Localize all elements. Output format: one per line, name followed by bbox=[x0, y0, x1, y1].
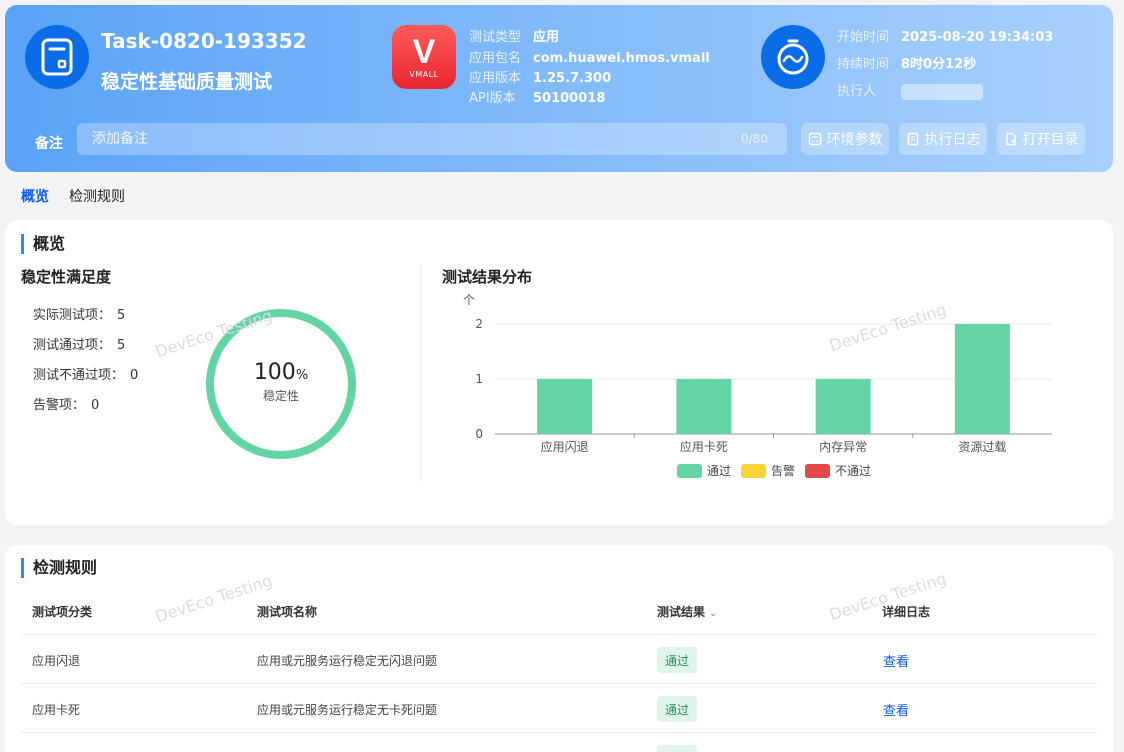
test-type: 测试类型 应用 bbox=[469, 30, 560, 45]
executor: 执行人 bbox=[837, 80, 983, 100]
row-name: 应用或元服务运行稳定无卡死问题 bbox=[257, 703, 438, 717]
col-category: 测试项分类 bbox=[32, 605, 93, 619]
task-id: Task-0820-193352 bbox=[101, 29, 307, 53]
result-badge bbox=[657, 745, 697, 752]
view-log-link[interactable]: 查看 bbox=[883, 700, 909, 719]
log-file-icon bbox=[907, 132, 918, 146]
legend-swatch bbox=[805, 464, 830, 478]
open-folder-icon bbox=[1005, 132, 1016, 146]
bar bbox=[815, 379, 871, 434]
row-category: 应用卡死 bbox=[32, 703, 81, 717]
legend-label: 不通过 bbox=[835, 464, 871, 478]
stat-warning: 告警项： 0 bbox=[33, 398, 100, 413]
stability-value: 100 bbox=[253, 360, 296, 385]
y-tick-label: 0 bbox=[475, 427, 483, 441]
y-tick-label: 2 bbox=[475, 317, 483, 331]
package-name: 应用包名 com.huawei.hmos.vmall bbox=[469, 51, 710, 66]
section-divider bbox=[420, 264, 421, 482]
result-badge: 通过 bbox=[657, 647, 697, 673]
stability-ring: 100% 稳定性 bbox=[205, 308, 357, 460]
stat-failed: 测试不通过项： 0 bbox=[33, 368, 139, 383]
note-char-count: 0/80 bbox=[741, 132, 768, 146]
table-row: 应用闪退 应用或元服务运行稳定无闪退问题 通过 查看 bbox=[21, 634, 1097, 683]
rules-card: 检测规则 测试项分类 测试项名称 测试结果 ⌄ 详细日志 应用闪退 应用或元服务… bbox=[5, 545, 1113, 752]
y-tick-label: 1 bbox=[475, 372, 483, 386]
bar bbox=[537, 379, 593, 434]
stability-unit: % bbox=[295, 368, 309, 383]
stat-passed: 测试通过项： 5 bbox=[33, 338, 126, 353]
legend-label: 告警 bbox=[771, 463, 795, 478]
view-log-link[interactable]: 查看 bbox=[883, 651, 909, 670]
col-log: 详细日志 bbox=[882, 605, 931, 619]
stat-actual: 实际测试项： 5 bbox=[33, 308, 126, 323]
y-axis-unit: 个 bbox=[463, 293, 475, 307]
x-tick-label: 应用闪退 bbox=[541, 439, 589, 454]
result-badge: 通过 bbox=[657, 696, 697, 722]
task-document-icon bbox=[25, 25, 89, 89]
exec-log-button[interactable]: 执行日志 bbox=[899, 123, 987, 155]
legend-swatch bbox=[677, 464, 702, 478]
open-dir-label: 打开目录 bbox=[1022, 132, 1079, 148]
start-time: 开始时间 2025-08-20 19:34:03 bbox=[837, 30, 1054, 45]
env-params-label: 环境参数 bbox=[826, 132, 883, 148]
stopwatch-icon bbox=[761, 25, 825, 89]
tab-overview[interactable]: 概览 bbox=[21, 186, 49, 206]
table-row: 应用卡死 应用或元服务运行稳定无卡死问题 通过 查看 bbox=[21, 683, 1097, 732]
legend-label: 通过 bbox=[707, 464, 731, 478]
satisfaction-title: 稳定性满足度 bbox=[21, 268, 112, 286]
row-category: 应用闪退 bbox=[32, 654, 81, 668]
chart-title: 测试结果分布 bbox=[442, 268, 533, 286]
executor-redacted bbox=[901, 83, 983, 100]
x-tick-label: 资源过载 bbox=[958, 440, 1006, 454]
env-params-button[interactable]: 环境参数 bbox=[801, 123, 889, 155]
col-name: 测试项名称 bbox=[257, 605, 318, 619]
x-tick-label: 内存异常 bbox=[819, 440, 867, 454]
result-bar-chart: 个 0 1 2 应用闪退 应用卡死 内存异常 资源过载通过 告警 不通过 bbox=[463, 293, 1052, 478]
task-name: 稳定性基础质量测试 bbox=[101, 71, 273, 93]
api-version: API版本 50100018 bbox=[469, 91, 606, 106]
table-row bbox=[21, 732, 1097, 752]
x-tick-label: 应用卡死 bbox=[680, 439, 728, 454]
app-version: 应用版本 1.25.7.300 bbox=[469, 71, 612, 86]
exec-log-label: 执行日志 bbox=[924, 132, 981, 148]
col-result[interactable]: 测试结果 ⌄ bbox=[657, 603, 717, 620]
calculator-icon bbox=[808, 132, 821, 146]
rules-title: 检测规则 bbox=[21, 558, 97, 578]
overview-card: 概览 稳定性满足度 实际测试项： 5 测试通过项： 5 测试不通过项： 0 告警项： 0… bbox=[5, 220, 1113, 525]
note-input[interactable] bbox=[77, 123, 787, 155]
sort-chevron-icon: ⌄ bbox=[709, 609, 717, 619]
bar bbox=[676, 379, 732, 434]
legend-swatch bbox=[741, 464, 766, 478]
bar bbox=[954, 324, 1010, 434]
open-dir-button[interactable]: 打开目录 bbox=[997, 123, 1085, 155]
row-name: 应用或元服务运行稳定无闪退问题 bbox=[257, 654, 438, 668]
logo-letter: V bbox=[412, 33, 436, 71]
overview-title: 概览 bbox=[21, 234, 65, 254]
note-label: 备注 bbox=[35, 136, 63, 152]
duration: 持续时间 8时0分12秒 bbox=[837, 57, 977, 72]
tab-rules[interactable]: 检测规则 bbox=[69, 186, 125, 206]
logo-wordmark: VMALL bbox=[409, 70, 439, 79]
task-header: Task-0820-193352 稳定性基础质量测试 V VMALL 测试类型应… bbox=[5, 5, 1113, 172]
vmall-app-logo: V VMALL bbox=[392, 25, 456, 89]
stability-label: 稳定性 bbox=[262, 389, 299, 403]
